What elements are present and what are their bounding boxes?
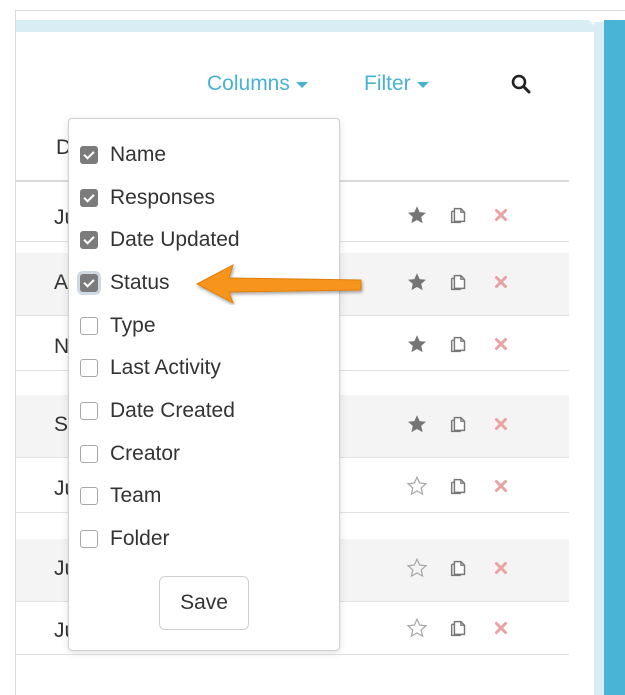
column-option-label: Last Activity <box>110 356 221 379</box>
row-actions <box>406 271 512 293</box>
panel-top-band <box>16 20 594 32</box>
column-option-label: Name <box>110 143 167 166</box>
close-icon[interactable] <box>490 557 512 579</box>
checkbox[interactable] <box>80 274 98 292</box>
row-actions <box>406 475 512 497</box>
star-filled-icon[interactable] <box>406 413 428 435</box>
close-icon[interactable] <box>490 271 512 293</box>
column-option-name[interactable]: Name <box>80 142 166 168</box>
close-icon[interactable] <box>490 204 512 226</box>
column-option-date-updated[interactable]: Date Updated <box>80 227 240 253</box>
row-date: A <box>54 271 69 294</box>
close-icon[interactable] <box>490 333 512 355</box>
star-filled-icon[interactable] <box>406 271 428 293</box>
star-filled-icon[interactable] <box>406 204 428 226</box>
row-actions <box>406 617 512 639</box>
column-option-status[interactable]: Status <box>80 270 170 296</box>
copy-icon[interactable] <box>448 475 470 497</box>
checkbox[interactable] <box>80 146 98 164</box>
column-option-label: Date Updated <box>110 228 240 251</box>
filter-dropdown-toggle[interactable]: Filter <box>364 72 429 96</box>
copy-icon[interactable] <box>448 333 470 355</box>
column-option-label: Responses <box>110 186 216 209</box>
close-icon[interactable] <box>490 475 512 497</box>
row-actions <box>406 204 512 226</box>
checkbox[interactable] <box>80 359 98 377</box>
column-option-label: Team <box>110 484 162 507</box>
row-actions <box>406 557 512 579</box>
column-option-folder[interactable]: Folder <box>80 526 170 552</box>
checkbox[interactable] <box>80 189 98 207</box>
row-actions <box>406 413 512 435</box>
star-outline-icon[interactable] <box>406 617 428 639</box>
column-option-label: Folder <box>110 527 170 550</box>
column-option-team[interactable]: Team <box>80 483 161 509</box>
copy-icon[interactable] <box>448 271 470 293</box>
columns-dropdown-toggle[interactable]: Columns <box>207 72 308 96</box>
column-option-label: Type <box>110 314 156 337</box>
search-icon[interactable] <box>510 73 532 95</box>
column-option-creator[interactable]: Creator <box>80 441 180 467</box>
row-date: N <box>54 335 70 358</box>
checkbox[interactable] <box>80 231 98 249</box>
column-option-label: Creator <box>110 442 181 465</box>
column-option-responses[interactable]: Responses <box>80 185 215 211</box>
columns-label: Columns <box>207 72 290 95</box>
checkbox[interactable] <box>80 487 98 505</box>
filter-label: Filter <box>364 72 411 95</box>
star-outline-icon[interactable] <box>406 557 428 579</box>
checkbox[interactable] <box>80 445 98 463</box>
checkbox[interactable] <box>80 402 98 420</box>
annotation-arrow <box>195 263 362 305</box>
column-option-label: Status <box>110 271 170 294</box>
column-option-type[interactable]: Type <box>80 313 156 339</box>
star-filled-icon[interactable] <box>406 333 428 355</box>
column-option-date-created[interactable]: Date Created <box>80 398 235 424</box>
column-option-last-activity[interactable]: Last Activity <box>80 355 221 381</box>
scrollbar[interactable] <box>604 20 625 695</box>
copy-icon[interactable] <box>448 413 470 435</box>
star-outline-icon[interactable] <box>406 475 428 497</box>
column-option-label: Date Created <box>110 399 235 422</box>
close-icon[interactable] <box>490 617 512 639</box>
checkbox[interactable] <box>80 317 98 335</box>
chevron-down-icon <box>295 82 308 88</box>
copy-icon[interactable] <box>448 204 470 226</box>
checkbox[interactable] <box>80 530 98 548</box>
chevron-down-icon <box>416 82 429 88</box>
copy-icon[interactable] <box>448 557 470 579</box>
copy-icon[interactable] <box>448 617 470 639</box>
close-icon[interactable] <box>490 413 512 435</box>
columns-menu: Name Responses Date Updated Status Type Last … <box>68 118 340 651</box>
save-button[interactable]: Save <box>159 576 249 630</box>
row-actions <box>406 333 512 355</box>
